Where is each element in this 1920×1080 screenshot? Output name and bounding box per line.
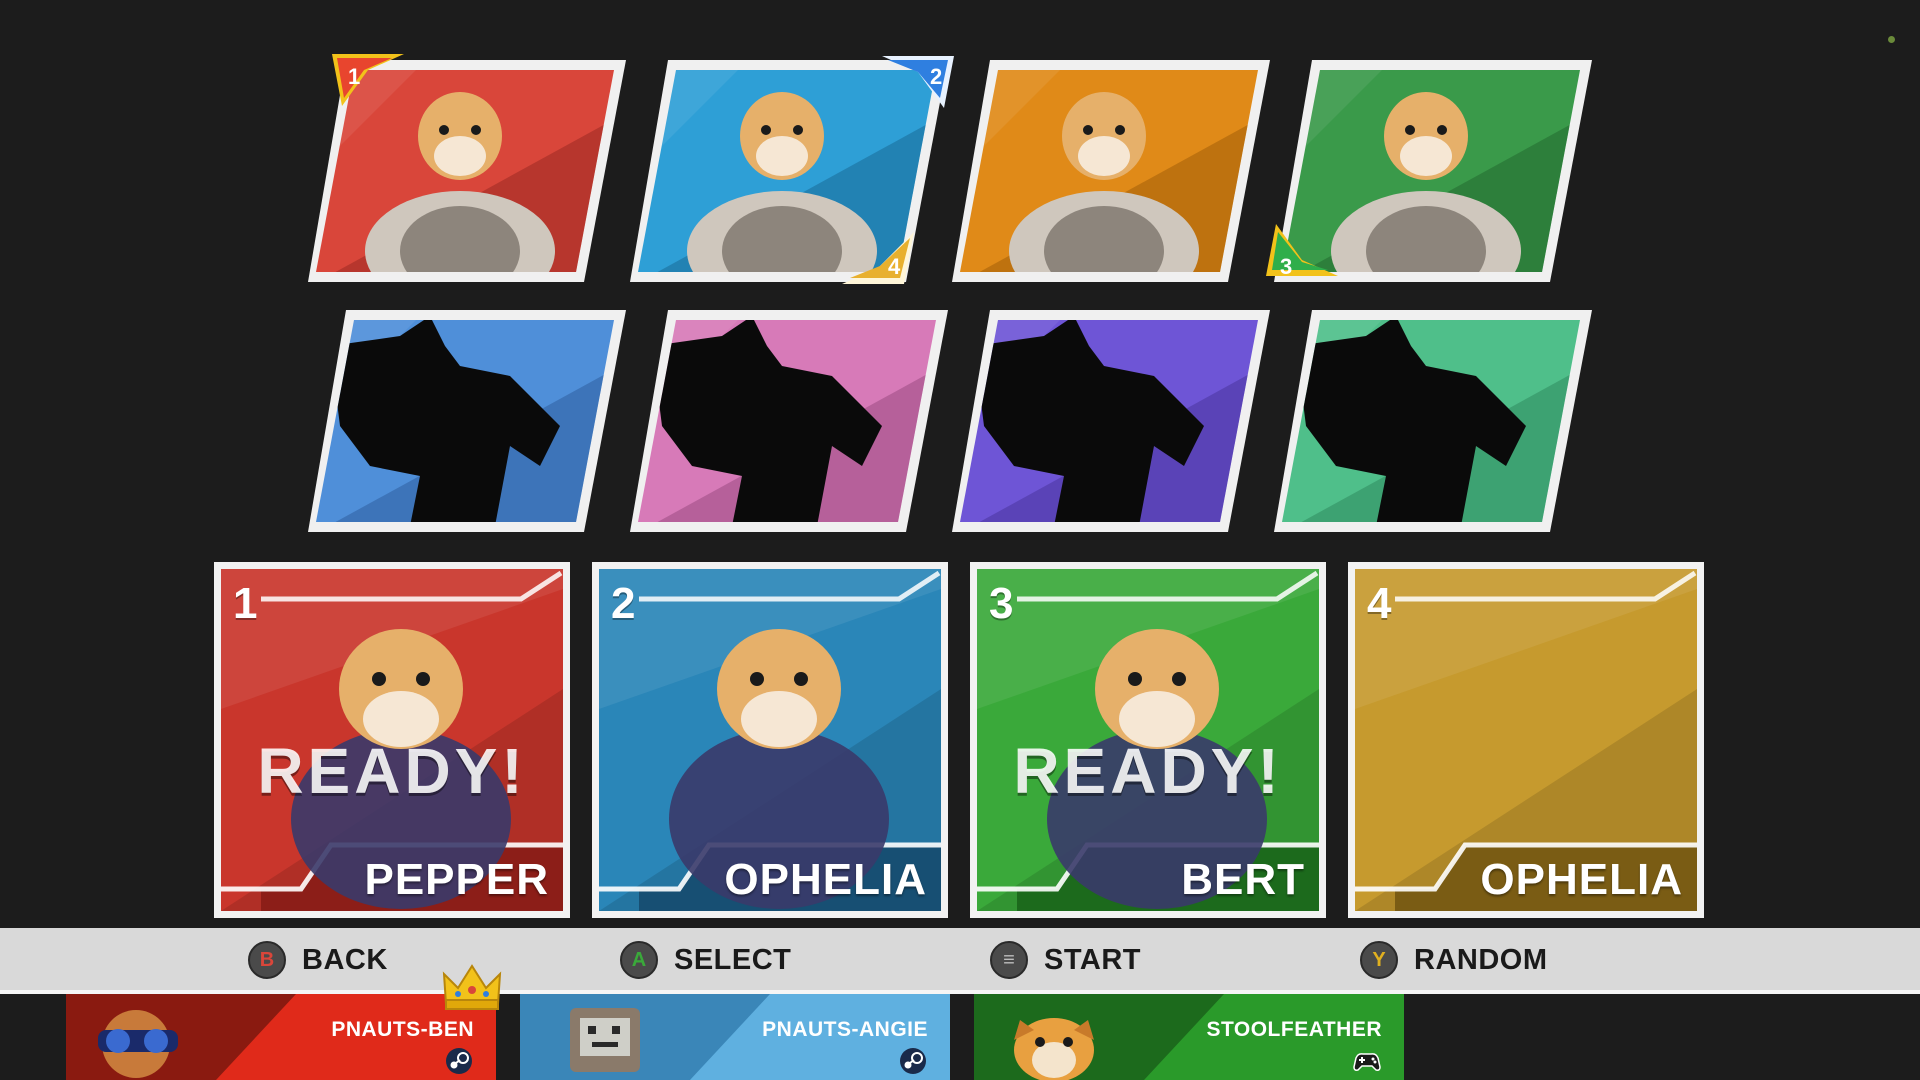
- player-avatar: [98, 1010, 178, 1078]
- slot-number: 2: [611, 579, 636, 628]
- locked-character-tile[interactable]: [952, 306, 1270, 536]
- back-control[interactable]: B BACK: [248, 940, 388, 980]
- player-name: PNAUTS-ANGIE: [762, 1018, 928, 1041]
- player-card-3[interactable]: STOOLFEATHER: [974, 994, 1404, 1080]
- random-control[interactable]: Y RANDOM: [1360, 940, 1548, 980]
- player-4-cursor: 4: [838, 228, 918, 288]
- player-card-1[interactable]: PNAUTS-BEN: [66, 994, 496, 1080]
- ready-status: READY!: [257, 735, 527, 807]
- player-1-cursor-number: 1: [348, 64, 361, 89]
- locked-character-tile[interactable]: [630, 306, 948, 536]
- back-label: BACK: [302, 943, 388, 976]
- slot-number: 1: [233, 579, 258, 628]
- a-button-icon: A: [620, 941, 658, 979]
- player-2-cursor: 2: [878, 52, 958, 112]
- controls-bar: B BACK A SELECT ≡ START Y RANDOM: [0, 928, 1920, 994]
- player-slot-4[interactable]: 4 OPHELIA: [1348, 562, 1704, 918]
- player-name: PNAUTS-BEN: [331, 1018, 474, 1041]
- player-3-cursor-number: 3: [1280, 254, 1293, 279]
- character-tile-bird[interactable]: [952, 56, 1270, 286]
- locked-character-tile[interactable]: [1274, 306, 1592, 536]
- player-avatar: [570, 1008, 640, 1072]
- menu-button-icon: ≡: [990, 941, 1028, 979]
- player-bar: PNAUTS-BEN PNAUTS-ANGIE STOOLFEATHER: [0, 994, 1920, 1080]
- start-control[interactable]: ≡ START: [990, 940, 1141, 980]
- character-name: BERT: [1181, 855, 1305, 904]
- character-name: PEPPER: [364, 855, 549, 904]
- player-avatar: [1014, 1018, 1094, 1080]
- character-name: OPHELIA: [724, 855, 927, 904]
- character-grid-row-2: [0, 306, 1920, 536]
- select-label: SELECT: [674, 943, 792, 976]
- crown-icon: [442, 964, 502, 1010]
- select-control[interactable]: A SELECT: [620, 940, 791, 980]
- player-4-cursor-number: 4: [888, 254, 901, 279]
- gamepad-icon: [1353, 1053, 1381, 1071]
- player-slot-1[interactable]: 1 READY! PEPPER: [214, 562, 570, 918]
- b-button-icon: B: [248, 941, 286, 979]
- steam-icon: [446, 1048, 472, 1074]
- player-2-cursor-number: 2: [930, 64, 943, 89]
- start-label: START: [1044, 943, 1142, 976]
- slot-number: 4: [1367, 579, 1392, 628]
- slot-number: 3: [989, 579, 1014, 628]
- character-name: OPHELIA: [1480, 855, 1683, 904]
- steam-icon: [900, 1048, 926, 1074]
- player-3-cursor: 3: [1262, 220, 1342, 280]
- random-label: RANDOM: [1414, 943, 1548, 976]
- player-slot-3[interactable]: 3 READY! BERT: [970, 562, 1326, 918]
- y-button-icon: Y: [1360, 941, 1398, 979]
- locked-character-tile[interactable]: [308, 306, 626, 536]
- ready-status: READY!: [1013, 735, 1283, 807]
- character-grid-row-1: [0, 56, 1920, 286]
- player-name: STOOLFEATHER: [1206, 1018, 1382, 1041]
- indicator-dot: [1888, 36, 1895, 43]
- player-card-2[interactable]: PNAUTS-ANGIE: [520, 994, 950, 1080]
- player-1-cursor: 1: [328, 50, 408, 110]
- player-slot-2[interactable]: 2 OPHELIA: [592, 562, 948, 918]
